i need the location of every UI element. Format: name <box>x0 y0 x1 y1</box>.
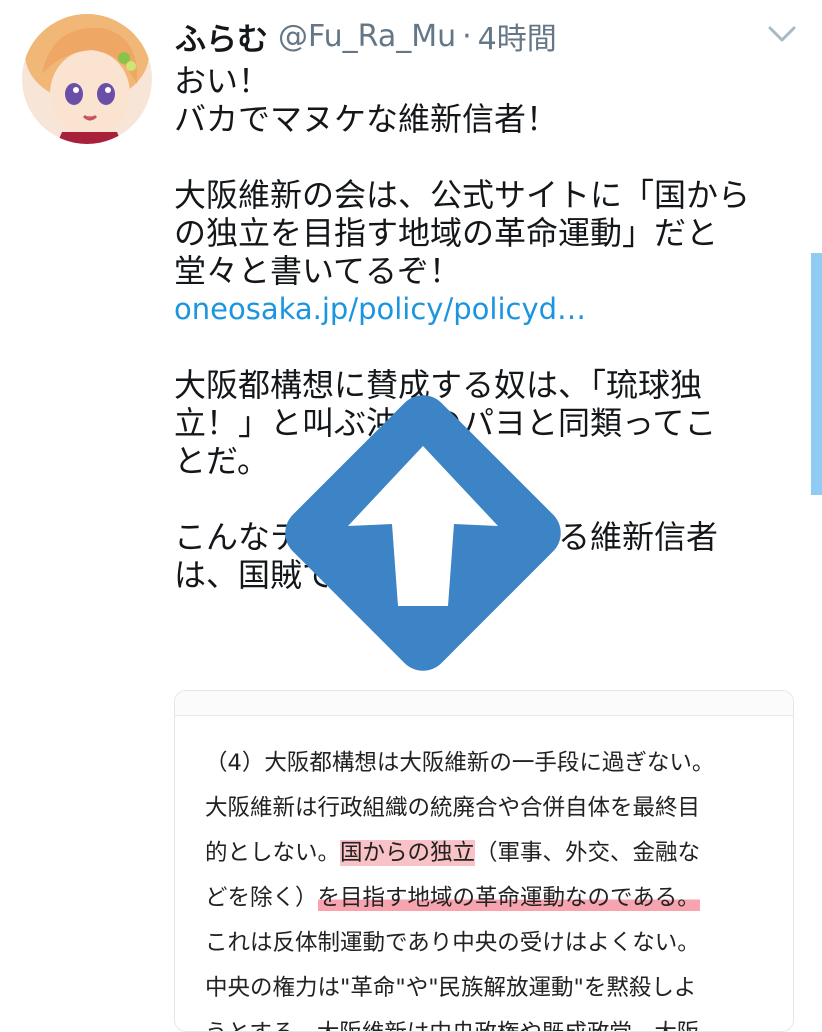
media-text-span: 的としない。 <box>205 840 341 866</box>
tweet-media-image[interactable]: （4）大阪都構想は大阪維新の一手段に過ぎない。 大阪維新は行政組織の統廃合や合併… <box>174 690 794 1032</box>
avatar[interactable] <box>22 14 152 144</box>
media-line: 中央の権力は"革命"や"民族解放運動"を黙殺しよ <box>205 975 697 1001</box>
tweet-header: ふらむ @Fu_Ra_Mu · 4時間 <box>175 14 557 58</box>
tweet-line: の独立を目指す地域の革命運動」だと <box>174 214 719 252</box>
media-line: これは反体制運動であり中央の受けはよくない。 <box>205 930 700 956</box>
media-line: 的としない。国からの独立（軍事、外交、金融な <box>205 831 765 876</box>
tweet-time[interactable]: 4時間 <box>478 14 557 58</box>
separator: · <box>462 18 472 54</box>
highlighted-text: を目指す地域の革命運動なのである。 <box>317 885 700 911</box>
scroll-indicator[interactable] <box>811 253 822 495</box>
chevron-down-icon[interactable] <box>764 22 800 46</box>
tweet-link[interactable]: oneosaka.jp/policy/policyd… <box>174 290 804 328</box>
tweet-gap <box>174 138 804 176</box>
tweet-line: 大阪維新の会は、公式サイトに「国から <box>174 176 751 214</box>
media-text-span: （軍事、外交、金融な <box>475 840 701 866</box>
user-handle[interactable]: @Fu_Ra_Mu <box>278 19 456 54</box>
highlighted-text: 国からの独立 <box>340 840 476 866</box>
media-line: 大阪維新は行政組織の統廃合や合併自体を最終目 <box>205 795 701 821</box>
media-text: （4）大阪都構想は大阪維新の一手段に過ぎない。 大阪維新は行政組織の統廃合や合併… <box>205 741 765 1031</box>
display-name[interactable]: ふらむ <box>175 14 268 59</box>
media-text-span: どを除く） <box>205 885 318 911</box>
media-line: （4）大阪都構想は大阪維新の一手段に過ぎない。 <box>205 750 715 776</box>
media-line: うとする。大阪維新は中央政権や既成政党、大阪 <box>205 1011 765 1031</box>
avatar-image <box>22 14 152 144</box>
tweet-line: 堂々と書いてるぞ！ <box>174 252 462 290</box>
upload-arrow-icon[interactable] <box>258 368 588 698</box>
tweet-gap <box>174 328 804 366</box>
tweet-line: おい！ <box>174 62 271 100</box>
media-line: どを除く）を目指す地域の革命運動なのである。 <box>205 876 765 921</box>
tweet-line: バカでマヌケな維新信者！ <box>174 100 559 138</box>
